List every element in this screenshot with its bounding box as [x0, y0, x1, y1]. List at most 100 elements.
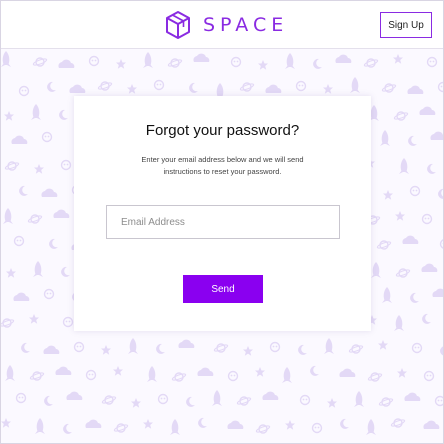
top-header: SPACE Sign Up — [1, 1, 443, 49]
planet-icon — [239, 82, 255, 92]
star-icon — [255, 367, 265, 377]
planet-icon — [376, 240, 392, 250]
star-icon — [393, 54, 403, 64]
email-address-input[interactable] — [106, 205, 340, 239]
card-title: Forgot your password? — [145, 122, 300, 139]
moon-icon — [49, 238, 58, 249]
rocket-icon — [143, 52, 153, 68]
rocket-icon — [366, 419, 376, 435]
rocket-icon — [33, 261, 43, 277]
sign-up-button[interactable]: Sign Up — [380, 12, 432, 38]
app-frame: SPACE Sign Up Forgot your password? Ente… — [0, 0, 444, 444]
star-icon — [1, 418, 11, 428]
planet-icon — [390, 418, 406, 428]
planet-icon — [4, 161, 20, 171]
rocket-icon — [285, 53, 295, 69]
moon-icon — [340, 418, 349, 429]
alien-icon — [437, 81, 443, 93]
star-icon — [6, 268, 16, 278]
alien-icon — [434, 395, 443, 407]
alien-icon — [15, 392, 27, 404]
cloud-icon — [407, 85, 424, 94]
moon-icon — [59, 109, 68, 120]
rocket-icon — [354, 391, 364, 407]
alien-icon — [227, 370, 239, 382]
cloud-icon — [419, 106, 436, 115]
star-icon — [127, 84, 137, 94]
cloud-icon — [423, 420, 440, 429]
cube-icon — [165, 10, 191, 40]
cloud-icon — [265, 84, 282, 93]
rocket-icon — [324, 338, 334, 354]
rocket-icon — [212, 390, 222, 406]
alien-icon — [295, 80, 307, 92]
moon-icon — [19, 185, 28, 196]
planet-icon — [167, 58, 183, 68]
planet-icon — [348, 344, 364, 354]
rocket-icon — [5, 365, 15, 381]
star-icon — [285, 420, 295, 430]
planet-icon — [101, 395, 117, 405]
planet-icon — [29, 371, 45, 381]
rocket-icon — [399, 158, 409, 174]
moon-icon — [44, 395, 53, 406]
alien-icon — [43, 288, 55, 300]
planet-icon — [393, 111, 409, 121]
moon-icon — [61, 266, 70, 277]
alien-icon — [73, 341, 85, 353]
star-icon — [101, 345, 111, 355]
moon-icon — [313, 58, 322, 69]
moon-icon — [198, 417, 207, 428]
cloud-icon — [432, 288, 443, 297]
cloud-icon — [335, 54, 352, 63]
moon-icon — [298, 344, 307, 355]
alien-icon — [13, 235, 25, 247]
rocket-icon — [147, 366, 157, 382]
cloud-icon — [85, 419, 102, 428]
cloud-icon — [58, 59, 75, 68]
card-description: Enter your email address below and we wi… — [141, 155, 304, 176]
star-icon — [29, 314, 39, 324]
cloud-icon — [227, 420, 244, 429]
cloud-icon — [69, 84, 86, 93]
star-icon — [131, 398, 141, 408]
alien-icon — [60, 159, 72, 171]
star-icon — [327, 398, 337, 408]
planet-icon — [381, 83, 397, 93]
moon-icon — [438, 188, 443, 199]
alien-icon — [18, 85, 30, 97]
star-icon — [4, 111, 14, 121]
planet-icon — [255, 424, 271, 434]
planet-icon — [1, 318, 15, 328]
moon-icon — [156, 343, 165, 354]
planet-icon — [213, 343, 229, 353]
moon-icon — [427, 163, 436, 174]
star-icon — [116, 59, 126, 69]
alien-icon — [230, 56, 242, 68]
rocket-icon — [350, 77, 360, 93]
send-button[interactable]: Send — [183, 275, 263, 303]
rocket-icon — [371, 262, 381, 278]
moon-icon — [63, 423, 72, 434]
star-icon — [378, 340, 388, 350]
moon-icon — [189, 82, 198, 93]
star-icon — [395, 211, 405, 221]
brand-name: SPACE — [203, 14, 289, 36]
alien-icon — [409, 185, 421, 197]
brand-logo[interactable]: SPACE — [165, 10, 288, 40]
alien-icon — [426, 56, 438, 68]
planet-icon — [113, 423, 129, 433]
cloud-icon — [13, 292, 30, 301]
moon-icon — [410, 292, 419, 303]
star-icon — [258, 60, 268, 70]
planet-icon — [32, 57, 48, 67]
rocket-icon — [282, 367, 292, 383]
rocket-icon — [3, 208, 13, 224]
cloud-icon — [53, 209, 70, 218]
planet-icon — [378, 397, 394, 407]
cloud-icon — [43, 345, 60, 354]
planet-icon — [367, 372, 383, 382]
moon-icon — [21, 342, 30, 353]
cloud-icon — [11, 135, 28, 144]
alien-icon — [62, 316, 74, 328]
